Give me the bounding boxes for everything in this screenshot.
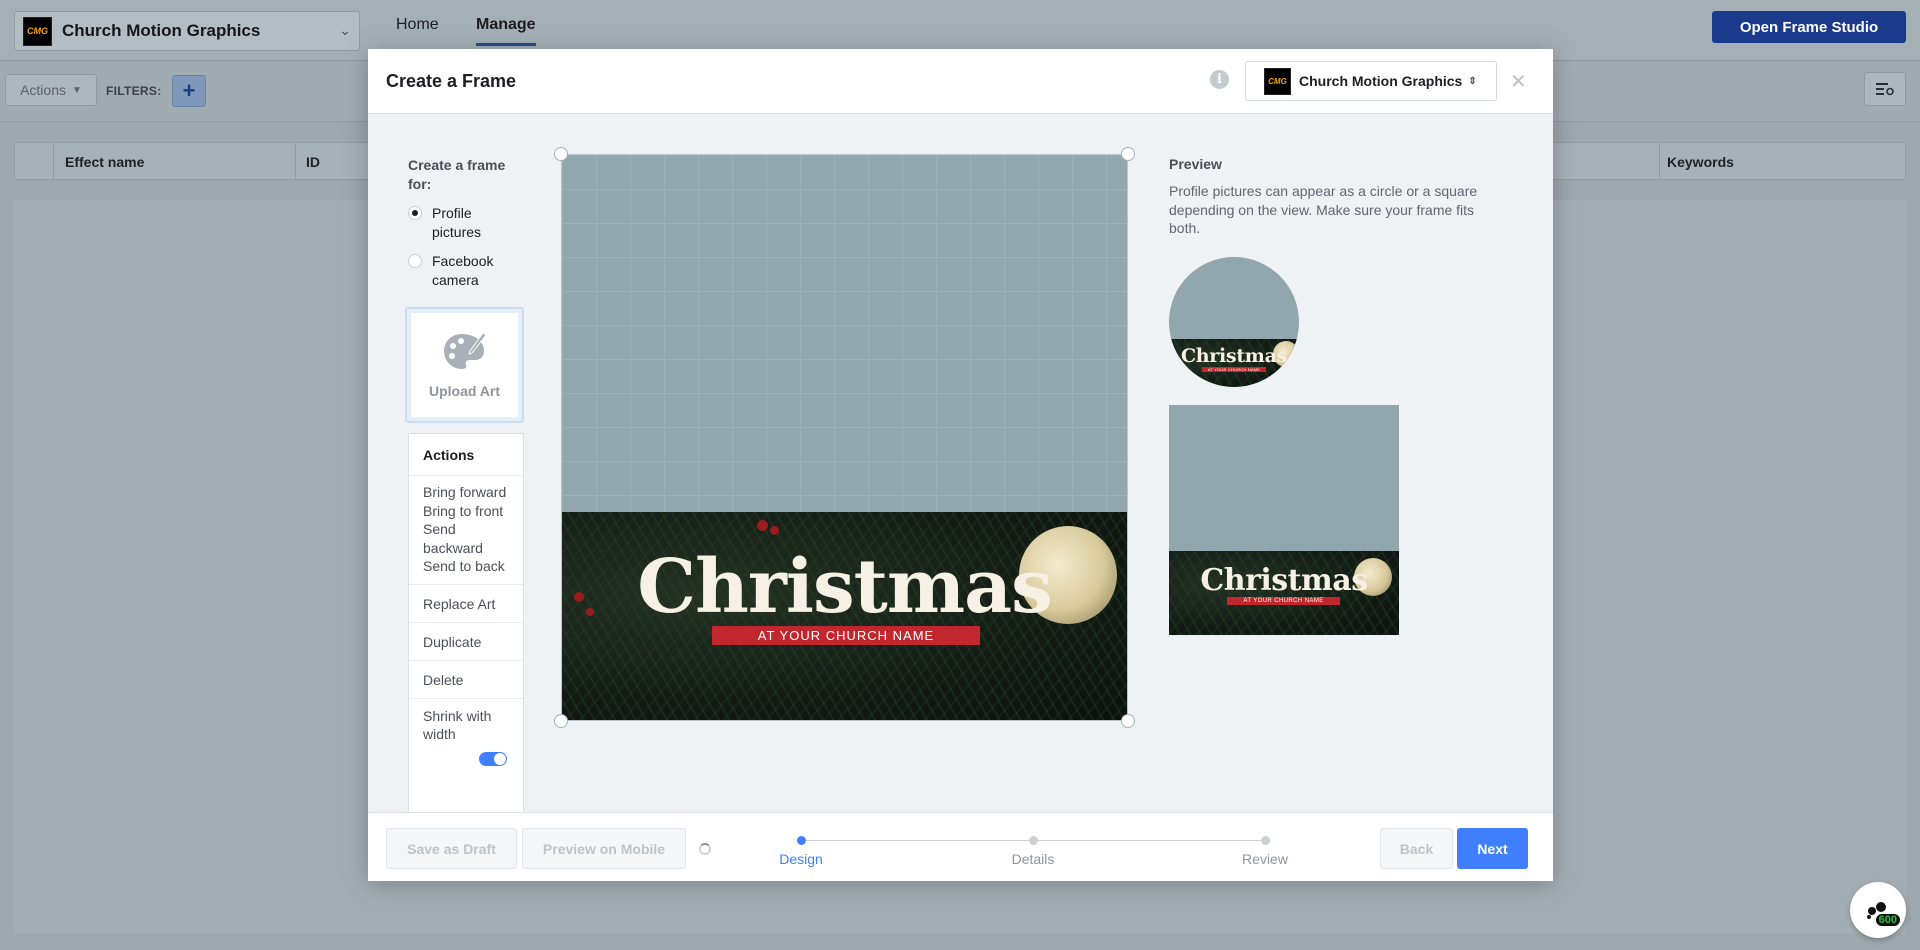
resize-handle-top-right[interactable] <box>1121 147 1135 161</box>
page-logo: CMG <box>23 16 52 46</box>
chevron-down-icon: ⌄ <box>339 22 351 38</box>
upload-art-button[interactable]: Upload Art <box>411 313 518 417</box>
step-review[interactable]: Review <box>1242 851 1288 867</box>
add-filter-button[interactable]: + <box>172 75 206 107</box>
actions-dropdown[interactable]: Actions ▼ <box>5 74 97 106</box>
radio-selected-icon[interactable] <box>408 206 422 220</box>
close-icon[interactable]: ✕ <box>1510 69 1527 94</box>
replace-art-action[interactable]: Replace Art <box>409 585 523 623</box>
upload-art-tile[interactable]: Upload Art <box>405 307 524 423</box>
loading-spinner-icon <box>699 843 711 855</box>
send-to-back-action[interactable]: Send to back <box>423 557 509 576</box>
step-dot-details <box>1029 836 1038 845</box>
square-preview-title: Christmas <box>1200 563 1368 598</box>
chat-bubble[interactable]: 600 <box>1850 882 1906 938</box>
open-frame-studio-button[interactable]: Open Frame Studio <box>1712 11 1906 43</box>
resize-handle-bottom-right[interactable] <box>1121 714 1135 728</box>
column-keywords[interactable]: Keywords <box>1667 154 1734 170</box>
next-button[interactable]: Next <box>1457 828 1528 869</box>
bring-forward-action[interactable]: Bring forward <box>423 483 509 502</box>
nav-tab-manage[interactable]: Manage <box>476 16 536 46</box>
nav-tab-home[interactable]: Home <box>396 16 439 34</box>
circle-preview-title: Christmas <box>1180 345 1288 367</box>
delete-action[interactable]: Delete <box>409 661 523 699</box>
shrink-with-width-label: Shrink with width <box>423 707 492 743</box>
circle-preview-subtitle: AT YOUR CHURCH NAME <box>1202 367 1266 372</box>
table-settings-button[interactable] <box>1864 72 1906 106</box>
actions-panel: Actions Bring forward Bring to front Sen… <box>408 433 524 813</box>
preview-section: Preview Profile pictures can appear as a… <box>1169 156 1499 238</box>
back-button[interactable]: Back <box>1380 828 1453 869</box>
option-profile-pictures[interactable]: Profile pictures <box>408 204 528 242</box>
actions-dropdown-label: Actions <box>20 82 66 98</box>
step-dot-review <box>1261 836 1270 845</box>
actions-panel-title: Actions <box>409 434 523 476</box>
palette-icon <box>443 332 487 369</box>
square-preview: Christmas AT YOUR CHURCH NAME <box>1169 405 1399 635</box>
column-id[interactable]: ID <box>306 154 320 170</box>
resize-handle-top-left[interactable] <box>554 147 568 161</box>
modal-footer: Save as Draft Preview on Mobile Design D… <box>368 812 1553 881</box>
circle-preview: Christmas AT YOUR CHURCH NAME <box>1169 257 1299 387</box>
page-selector[interactable]: CMG Church Motion Graphics ⌄ <box>14 11 360 51</box>
step-details[interactable]: Details <box>1012 851 1055 867</box>
artwork-subtitle: AT YOUR CHURCH NAME <box>712 626 980 645</box>
radio-unselected-icon[interactable] <box>408 254 422 268</box>
bring-to-front-action[interactable]: Bring to front <box>423 502 509 521</box>
updown-caret-icon: ⇕ <box>1468 75 1477 87</box>
step-design[interactable]: Design <box>779 851 823 867</box>
create-frame-for-label: Create a frame for: <box>408 157 506 192</box>
step-dot-design <box>797 836 806 845</box>
modal-page-logo: CMG <box>1264 67 1291 95</box>
option-profile-pictures-label: Profile pictures <box>432 205 482 240</box>
frame-type-selector: Create a frame for: Profile pictures Fac… <box>408 156 528 290</box>
shrink-with-width-toggle[interactable] <box>479 751 507 766</box>
shrink-with-width-option: Shrink with width <box>409 699 523 766</box>
save-as-draft-button[interactable]: Save as Draft <box>386 828 517 869</box>
layer-order-group: Bring forward Bring to front Send backwa… <box>409 476 523 585</box>
upload-art-label: Upload Art <box>428 383 501 399</box>
modal-title: Create a Frame <box>386 71 517 91</box>
info-icon[interactable]: i <box>1210 70 1229 89</box>
resize-handle-bottom-left[interactable] <box>554 714 568 728</box>
option-facebook-camera-label: Facebook camera <box>432 253 494 288</box>
settings-list-icon <box>1876 83 1894 96</box>
preview-title: Preview <box>1169 156 1222 172</box>
filters-label: FILTERS: <box>106 84 162 98</box>
page-name: Church Motion Graphics <box>62 21 261 40</box>
create-frame-modal: Create a Frame i CMG Church Motion Graph… <box>368 49 1553 881</box>
caret-down-icon: ▼ <box>72 84 82 96</box>
christmas-artwork[interactable]: Christmas AT YOUR CHURCH NAME <box>562 512 1127 720</box>
preview-on-mobile-button[interactable]: Preview on Mobile <box>522 828 686 869</box>
modal-page-name: Church Motion Graphics <box>1299 73 1463 89</box>
chat-badge: 600 <box>1875 914 1900 926</box>
send-backward-action[interactable]: Send backward <box>423 520 509 557</box>
option-facebook-camera[interactable]: Facebook camera <box>408 252 528 290</box>
modal-header: Create a Frame i CMG Church Motion Graph… <box>368 49 1553 114</box>
duplicate-action[interactable]: Duplicate <box>409 623 523 661</box>
artwork-title: Christmas <box>637 544 1053 630</box>
square-preview-subtitle: AT YOUR CHURCH NAME <box>1227 597 1340 605</box>
column-effect-name[interactable]: Effect name <box>65 154 144 170</box>
frame-canvas[interactable]: Christmas AT YOUR CHURCH NAME <box>561 154 1128 721</box>
preview-description: Profile pictures can appear as a circle … <box>1169 183 1478 236</box>
plus-icon: + <box>182 78 196 103</box>
modal-page-picker[interactable]: CMG Church Motion Graphics ⇕ <box>1245 61 1497 101</box>
